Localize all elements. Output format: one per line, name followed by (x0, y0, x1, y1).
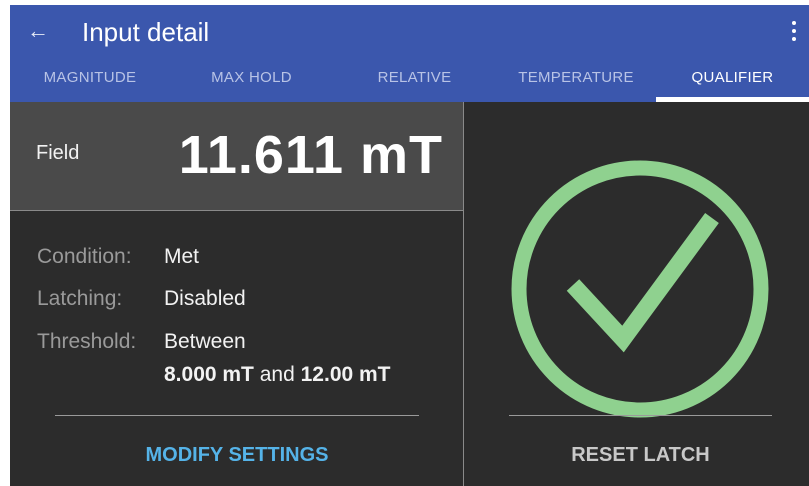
tab-relative[interactable]: RELATIVE (333, 58, 496, 102)
button-divider (55, 415, 419, 416)
page-title: Input detail (82, 17, 210, 47)
reset-latch-button[interactable]: RESET LATCH (509, 435, 772, 475)
field-value: 11.611 mT (178, 125, 443, 185)
tab-qualifier[interactable]: QUALIFIER (656, 58, 809, 102)
threshold-label: Threshold: (37, 330, 137, 353)
tab-temperature[interactable]: TEMPERATURE (496, 58, 656, 102)
condition-value: Met (164, 245, 200, 268)
condition-label: Condition: (37, 245, 132, 268)
overflow-menu-icon[interactable] (786, 17, 802, 45)
divider (10, 210, 463, 211)
app-bar: ← Input detail MAGNITUDE MAX HOLD RELATI… (10, 5, 809, 102)
threshold-low: 8.000 mT (164, 363, 254, 386)
threshold-and: and (259, 363, 295, 386)
field-label: Field (36, 142, 80, 164)
threshold-range: 8.000 mT and 12.00 mT (164, 363, 391, 387)
threshold-high: 12.00 mT (300, 363, 391, 386)
button-divider-right (509, 415, 772, 416)
panel-divider (463, 102, 464, 486)
tab-max-hold[interactable]: MAX HOLD (170, 58, 333, 102)
tab-magnitude[interactable]: MAGNITUDE (10, 58, 170, 102)
check-circle-icon (511, 160, 769, 418)
back-arrow-icon[interactable]: ← (24, 17, 52, 45)
field-reading: Field 11.611 mT (10, 102, 463, 210)
app-frame: ← Input detail MAGNITUDE MAX HOLD RELATI… (10, 5, 809, 486)
active-tab-indicator (656, 97, 809, 102)
modify-settings-button[interactable]: MODIFY SETTINGS (55, 435, 419, 475)
latching-value: Disabled (164, 287, 246, 310)
latching-label: Latching: (37, 287, 123, 310)
tab-bar: MAGNITUDE MAX HOLD RELATIVE TEMPERATURE … (10, 58, 809, 102)
threshold-value: Between (164, 330, 246, 353)
